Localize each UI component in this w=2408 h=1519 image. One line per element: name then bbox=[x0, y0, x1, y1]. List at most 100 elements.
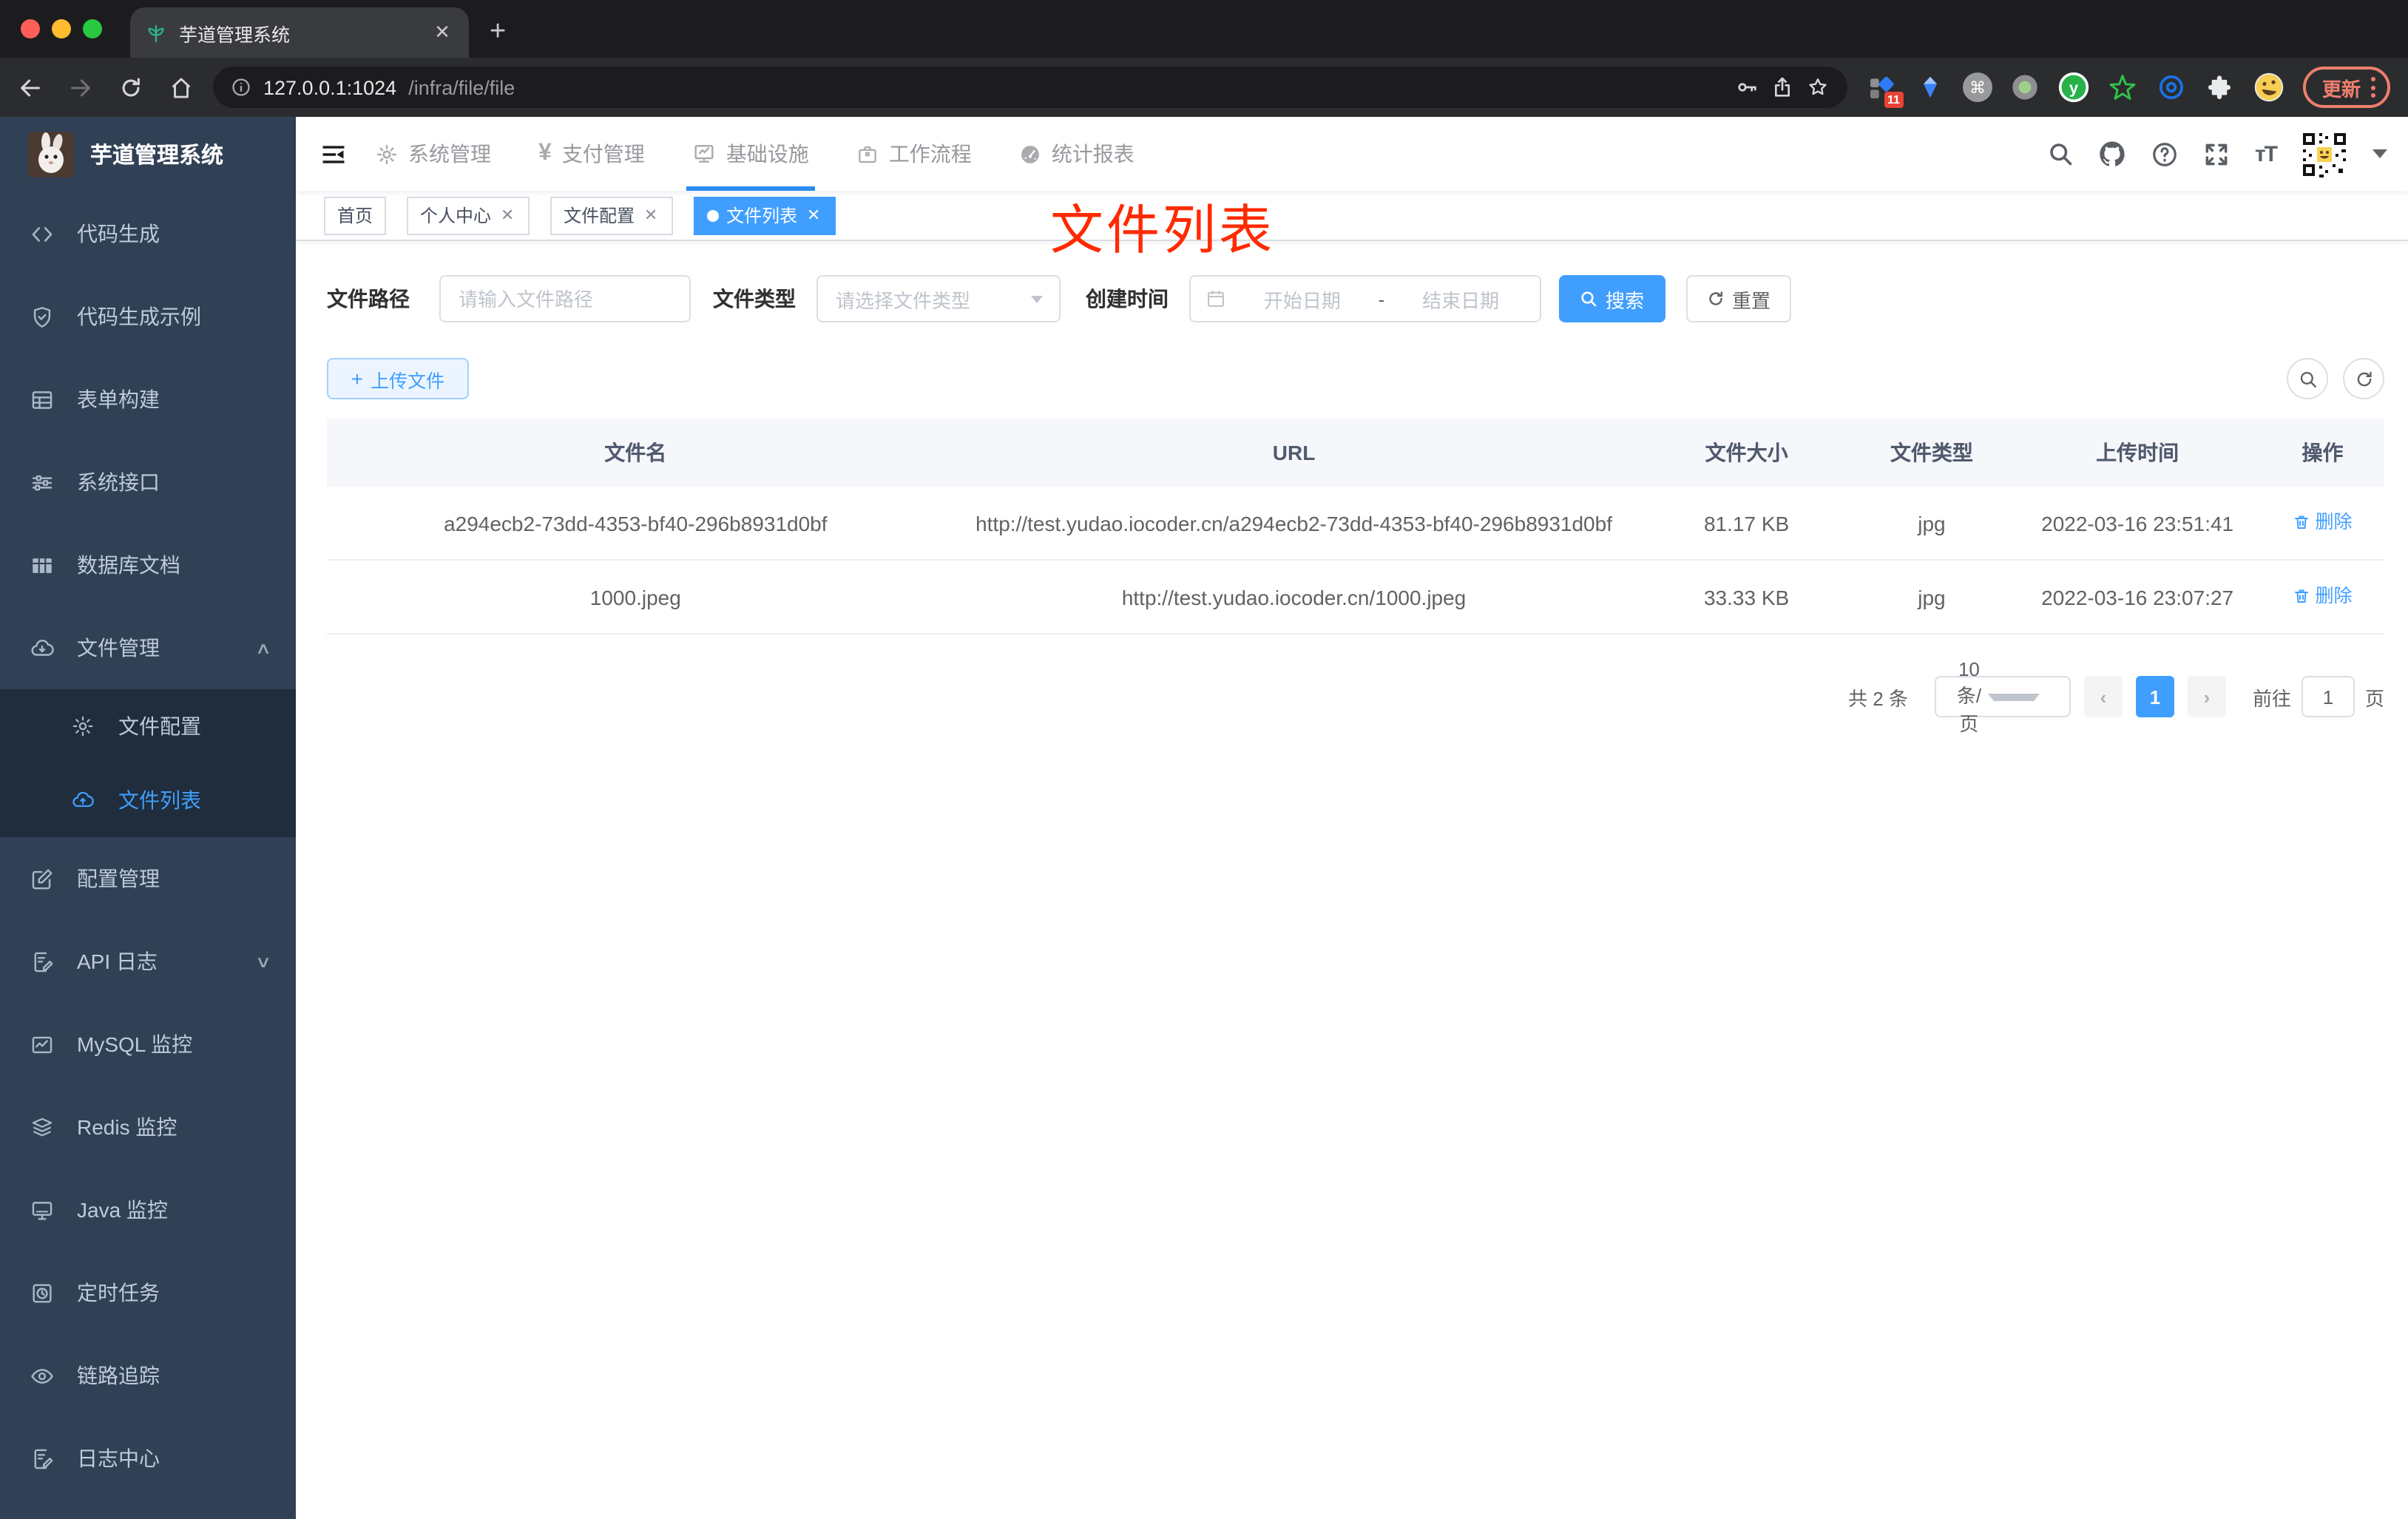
new-tab-button[interactable]: + bbox=[490, 16, 506, 49]
window-controls bbox=[21, 19, 102, 38]
extensions-puzzle-icon[interactable] bbox=[2204, 71, 2236, 104]
app-logo[interactable]: 芋道管理系统 bbox=[0, 117, 296, 192]
db-table-icon bbox=[30, 552, 55, 578]
github-icon[interactable] bbox=[2098, 139, 2128, 169]
search-button-label: 搜索 bbox=[1605, 289, 1644, 311]
refresh-table-button[interactable] bbox=[2343, 358, 2384, 399]
avatar[interactable] bbox=[2300, 129, 2349, 178]
extension-star-icon[interactable] bbox=[2106, 71, 2139, 104]
top-menu-infra[interactable]: 基础设施 bbox=[669, 117, 833, 191]
tag-file-config[interactable]: 文件配置 ✕ bbox=[550, 196, 674, 234]
extension-dot-icon[interactable] bbox=[2009, 71, 2041, 104]
gear-icon bbox=[71, 714, 96, 738]
top-menu-report[interactable]: 统计报表 bbox=[995, 117, 1158, 191]
sidebar-item-file-list[interactable]: 文件列表 bbox=[0, 763, 296, 837]
sidebar-item-system-api[interactable]: 系统接口 bbox=[0, 441, 296, 524]
sidebar-collapse-icon[interactable] bbox=[321, 141, 346, 166]
profile-emoji-icon[interactable] bbox=[2253, 71, 2285, 104]
col-actions: 操作 bbox=[2261, 419, 2384, 487]
extension-wallet-icon[interactable]: 11 bbox=[1865, 71, 1904, 108]
tag-home[interactable]: 首页 bbox=[324, 196, 387, 234]
sidebar-item-tracing[interactable]: 链路追踪 bbox=[0, 1334, 296, 1417]
tag-file-list[interactable]: 文件列表 ✕ bbox=[694, 196, 836, 234]
delete-button[interactable]: 删除 bbox=[2293, 506, 2353, 538]
tag-profile[interactable]: 个人中心 ✕ bbox=[407, 196, 530, 234]
address-bar[interactable]: 127.0.0.1:1024/infra/file/file bbox=[213, 67, 1847, 108]
top-menu-pay[interactable]: ¥ 支付管理 bbox=[515, 117, 669, 191]
share-icon[interactable] bbox=[1771, 75, 1794, 99]
page-unit-label: 页 bbox=[2364, 687, 2384, 709]
page-number-button[interactable]: 1 bbox=[2135, 676, 2174, 717]
sidebar-item-api-log[interactable]: API 日志 ∨ bbox=[0, 920, 296, 1003]
col-url: URL bbox=[944, 419, 1644, 487]
sidebar-item-redis-monitor[interactable]: Redis 监控 bbox=[0, 1086, 296, 1168]
site-info-icon[interactable] bbox=[231, 77, 251, 98]
font-size-icon[interactable]: тT bbox=[2255, 141, 2278, 166]
table-row: 1000.jpeg http://test.yudao.iocoder.cn/1… bbox=[327, 560, 2384, 635]
sidebar-item-log-center[interactable]: 日志中心 bbox=[0, 1417, 296, 1500]
search-button[interactable]: 搜索 bbox=[1559, 275, 1665, 322]
sidebar-item-cron-job[interactable]: 定时任务 bbox=[0, 1251, 296, 1334]
cell-upload-time: 2022-03-16 23:51:41 bbox=[2014, 487, 2262, 561]
eye-icon bbox=[30, 1363, 55, 1388]
next-page-button[interactable]: › bbox=[2187, 676, 2226, 717]
update-label: 更新 bbox=[2321, 78, 2361, 100]
avatar-caret-icon[interactable] bbox=[2373, 149, 2387, 158]
delete-button[interactable]: 删除 bbox=[2293, 580, 2353, 612]
file-type-select[interactable]: 请选择文件类型 bbox=[816, 275, 1061, 322]
browser-tab[interactable]: 芋道管理系统 ✕ bbox=[130, 7, 469, 58]
forward-icon[interactable] bbox=[68, 75, 93, 100]
close-icon[interactable]: ✕ bbox=[498, 206, 516, 225]
sidebar-item-code-gen[interactable]: 代码生成 bbox=[0, 192, 296, 275]
upload-file-button[interactable]: + 上传文件 bbox=[327, 358, 469, 399]
sidebar-item-label: 文件列表 bbox=[118, 788, 201, 812]
create-time-range-picker[interactable]: 开始日期 - 结束日期 bbox=[1189, 275, 1541, 322]
close-icon[interactable]: ✕ bbox=[642, 206, 660, 225]
top-menu-system[interactable]: 系统管理 bbox=[352, 117, 515, 191]
page-size-select[interactable]: 10条/页 bbox=[1934, 657, 2071, 734]
start-date-placeholder: 开始日期 bbox=[1263, 289, 1341, 311]
sidebar-item-form-builder[interactable]: 表单构建 bbox=[0, 358, 296, 441]
tab-close-icon[interactable]: ✕ bbox=[430, 21, 454, 44]
tags-view-bar: 首页 个人中心 ✕ 文件配置 ✕ 文件列表 ✕ bbox=[296, 191, 2408, 241]
top-menu-workflow[interactable]: 工作流程 bbox=[833, 117, 995, 191]
bookmark-star-icon[interactable] bbox=[1806, 75, 1830, 99]
extension-command-icon[interactable]: ⌘ bbox=[1962, 72, 1992, 102]
timer-icon bbox=[30, 1280, 55, 1305]
goto-page-input[interactable] bbox=[2302, 677, 2353, 716]
file-path-input[interactable] bbox=[441, 277, 689, 321]
minimize-window-button[interactable] bbox=[52, 19, 71, 38]
prev-page-button[interactable]: ‹ bbox=[2083, 676, 2123, 717]
help-icon[interactable] bbox=[2151, 140, 2179, 168]
back-icon[interactable] bbox=[18, 75, 43, 100]
sidebar-item-mysql-monitor[interactable]: MySQL 监控 bbox=[0, 1003, 296, 1086]
extension-y-icon[interactable]: y bbox=[2057, 71, 2090, 104]
sidebar-item-config-manage[interactable]: 配置管理 bbox=[0, 837, 296, 920]
sidebar-item-db-doc[interactable]: 数据库文档 bbox=[0, 524, 296, 606]
extension-balloon-icon[interactable] bbox=[1914, 71, 1947, 104]
form-icon bbox=[30, 387, 55, 412]
zoom-window-button[interactable] bbox=[83, 19, 102, 38]
chart-pulse-icon bbox=[30, 1032, 55, 1057]
search-icon[interactable] bbox=[2048, 141, 2074, 167]
toggle-search-button[interactable] bbox=[2287, 358, 2328, 399]
chevron-up-icon: ∧ bbox=[254, 640, 272, 657]
sidebar-item-code-demo[interactable]: 代码生成示例 bbox=[0, 275, 296, 358]
calendar-icon bbox=[1205, 288, 1226, 309]
home-icon[interactable] bbox=[169, 75, 194, 100]
browser-menu-icon[interactable] bbox=[2371, 77, 2375, 98]
browser-update-button[interactable]: 更新 bbox=[2302, 67, 2390, 108]
reset-button[interactable]: 重置 bbox=[1686, 275, 1791, 322]
close-window-button[interactable] bbox=[21, 19, 40, 38]
reload-icon[interactable] bbox=[118, 75, 143, 100]
fullscreen-icon[interactable] bbox=[2203, 140, 2231, 168]
gear-icon bbox=[376, 143, 398, 165]
sidebar-item-java-monitor[interactable]: Java 监控 bbox=[0, 1168, 296, 1251]
top-menu: 系统管理 ¥ 支付管理 基础设施 工作流程 统计报表 bbox=[352, 117, 1158, 191]
sidebar-item-file-config[interactable]: 文件配置 bbox=[0, 689, 296, 763]
password-key-icon[interactable] bbox=[1735, 75, 1759, 99]
sidebar-item-file-manage[interactable]: 文件管理 ∧ bbox=[0, 606, 296, 689]
browser-toolbar: 127.0.0.1:1024/infra/file/file 11 ⌘ y 更新 bbox=[0, 58, 2408, 117]
close-icon[interactable]: ✕ bbox=[805, 206, 822, 225]
extension-swirl-icon[interactable] bbox=[2155, 71, 2188, 104]
